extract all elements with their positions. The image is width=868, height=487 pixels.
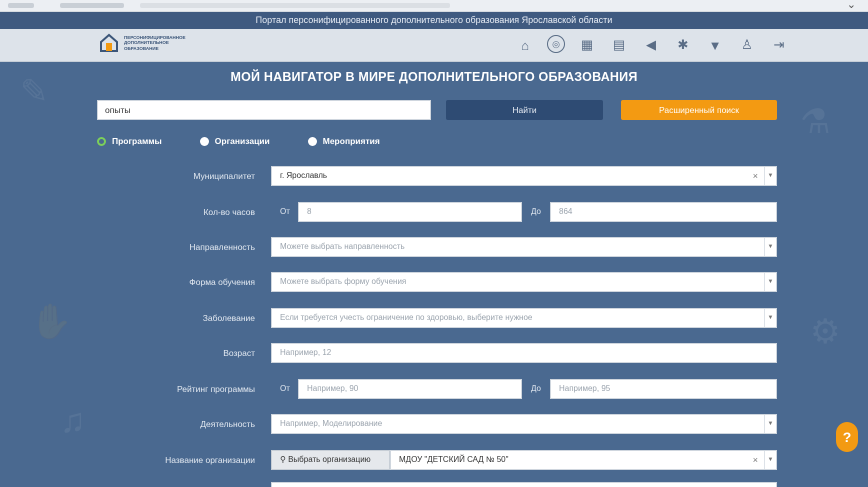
radio-organizations[interactable]: Организации <box>199 136 270 146</box>
age-input[interactable]: Например, 12 <box>271 343 777 363</box>
rating-to-label: До <box>531 384 541 393</box>
browser-strip-fragment <box>140 3 450 8</box>
radio-label: Организации <box>214 136 270 146</box>
page-title: МОЙ НАВИГАТОР В МИРЕ ДОПОЛНИТЕЛЬНОГО ОБР… <box>230 70 638 84</box>
chevron-down-icon[interactable]: ▼ <box>764 415 776 433</box>
decorative-doodle: ⚙ <box>810 313 841 351</box>
hours-to-label: До <box>531 207 541 216</box>
chevron-down-icon[interactable]: ▼ <box>764 451 776 469</box>
search-icon: ⚲ <box>280 455 289 464</box>
home-icon[interactable]: ⌂ <box>515 35 535 55</box>
disease-placeholder: Если требуется учесть ограничение по здо… <box>280 313 533 322</box>
municipality-select[interactable]: г. Ярославль × ▼ <box>271 166 777 186</box>
age-label: Возраст <box>223 348 255 358</box>
chevron-down-icon[interactable]: ▼ <box>764 273 776 291</box>
search-panel: ✎ ⚗ ✋ ⚙ ♫ МОЙ НАВИГАТОР В МИРЕ ДОПОЛНИТЕ… <box>0 62 868 487</box>
disease-select[interactable]: Если требуется учесть ограничение по здо… <box>271 308 777 328</box>
rating-to-input[interactable]: Например, 95 <box>550 379 777 399</box>
rating-from-placeholder: Например, 90 <box>307 384 359 393</box>
browser-strip-fragment <box>60 3 124 8</box>
activity-placeholder: Например, Моделирование <box>280 419 383 428</box>
radio-events[interactable]: Мероприятия <box>307 136 380 146</box>
chevron-down-icon[interactable]: ⌄ <box>847 0 856 11</box>
hours-from-value: 8 <box>307 207 312 216</box>
activity-label: Деятельность <box>200 419 255 429</box>
target-icon[interactable]: ◎ <box>547 35 565 53</box>
star-icon[interactable]: ✱ <box>673 35 693 55</box>
portal-title: Портал персонифицированного дополнительн… <box>0 12 868 29</box>
help-button[interactable]: ? <box>836 422 858 452</box>
radio-label: Программы <box>112 136 162 146</box>
hours-label: Кол-во часов <box>203 207 255 217</box>
organization-value: МДОУ "ДЕТСКИЙ САД № 50" <box>399 455 509 464</box>
decorative-doodle: ⚗ <box>800 103 831 141</box>
form-placeholder: Можете выбрать форму обучения <box>280 277 407 286</box>
clear-icon[interactable]: × <box>753 167 758 185</box>
organization-select[interactable]: МДОУ "ДЕТСКИЙ САД № 50" × ▼ <box>390 450 777 470</box>
radio-selected-icon <box>97 136 106 146</box>
browser-strip: ⌄ <box>0 0 868 12</box>
choose-organization-label: Выбрать организацию <box>288 455 371 464</box>
radio-unselected-icon <box>199 136 209 146</box>
direction-select[interactable]: Можете выбрать направленность ▼ <box>271 237 777 257</box>
hours-from-input[interactable]: 8 <box>298 202 522 222</box>
advanced-search-button[interactable]: Расширенный поиск <box>621 100 777 120</box>
trophy-icon[interactable]: ▼ <box>705 35 725 55</box>
radio-unselected-icon <box>307 136 317 146</box>
logo-icon <box>98 32 120 54</box>
age-placeholder: Например, 12 <box>280 348 332 357</box>
nav-bar: ПЕРСОНИФИЦИРОВАННОЕ ДОПОЛНИТЕЛЬНОЕ ОБРАЗ… <box>0 29 868 62</box>
megaphone-icon[interactable]: ◀ <box>641 35 661 55</box>
rating-to-placeholder: Например, 95 <box>559 384 611 393</box>
calendar-icon[interactable]: ▦ <box>577 35 597 55</box>
radio-programs[interactable]: Программы <box>97 136 162 146</box>
clear-icon[interactable]: × <box>753 451 758 469</box>
logo[interactable]: ПЕРСОНИФИЦИРОВАННОЕ ДОПОЛНИТЕЛЬНОЕ ОБРАЗ… <box>98 32 204 54</box>
partial-field[interactable] <box>271 482 777 487</box>
search-input[interactable] <box>97 100 431 120</box>
logo-text: ПЕРСОНИФИЦИРОВАННОЕ ДОПОЛНИТЕЛЬНОЕ ОБРАЗ… <box>124 34 186 51</box>
find-button[interactable]: Найти <box>446 100 603 120</box>
chevron-down-icon[interactable]: ▼ <box>764 309 776 327</box>
rating-from-input[interactable]: Например, 90 <box>298 379 522 399</box>
people-icon[interactable]: ♙ <box>737 35 757 55</box>
organization-label: Название организации <box>165 455 255 465</box>
browser-strip-fragment <box>8 3 34 8</box>
activity-select[interactable]: Например, Моделирование ▼ <box>271 414 777 434</box>
rating-label: Рейтинг программы <box>177 384 255 394</box>
search-type-radios: Программы Организации Мероприятия <box>97 136 418 146</box>
hours-to-value: 864 <box>559 207 573 216</box>
hours-from-label: От <box>280 207 290 216</box>
chevron-down-icon[interactable]: ▼ <box>764 238 776 256</box>
nav-icons: ⌂ ◎ ▦ ▤ ◀ ✱ ▼ ♙ ⇥ <box>515 35 801 55</box>
hours-to-input[interactable]: 864 <box>550 202 777 222</box>
document-icon[interactable]: ▤ <box>609 35 629 55</box>
municipality-value: г. Ярославль <box>280 171 328 180</box>
form-label: Форма обучения <box>189 277 255 287</box>
form-select[interactable]: Можете выбрать форму обучения ▼ <box>271 272 777 292</box>
direction-label: Направленность <box>189 242 255 252</box>
direction-placeholder: Можете выбрать направленность <box>280 242 405 251</box>
disease-label: Заболевание <box>202 313 255 323</box>
chevron-down-icon[interactable]: ▼ <box>764 167 776 185</box>
choose-organization-button[interactable]: ⚲ Выбрать организацию <box>271 450 390 470</box>
municipality-label: Муниципалитет <box>193 171 255 181</box>
radio-label: Мероприятия <box>322 136 380 146</box>
rating-from-label: От <box>280 384 290 393</box>
logout-icon[interactable]: ⇥ <box>769 35 789 55</box>
